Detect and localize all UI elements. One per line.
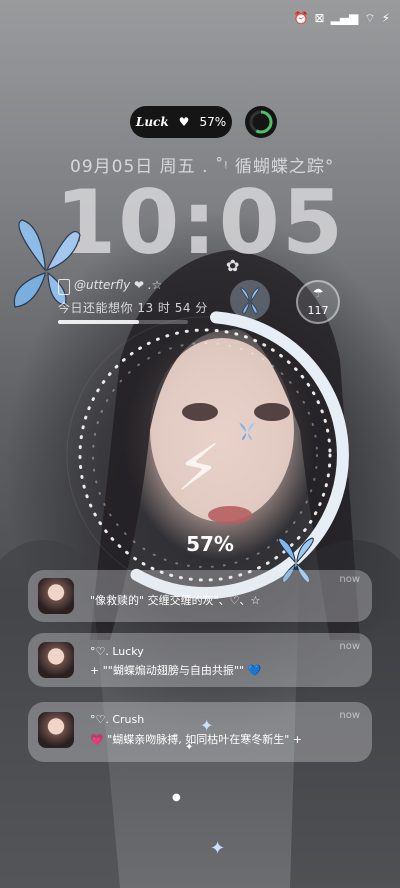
star-icon: ✦	[210, 838, 226, 859]
notification-time: now	[339, 641, 360, 652]
notification-card[interactable]: "像救赎的" 交缠交缠的灰"、♡、☆ now	[28, 570, 372, 622]
notification-title: °♡. Crush	[90, 713, 145, 726]
notification-time: now	[339, 710, 360, 721]
bolt-glyph: ⚡	[176, 432, 221, 506]
avatar	[38, 712, 74, 748]
lock-screen: ⏰ ⊠ ▂▄▆ ⌔ ⚡ Luck ♥ 57% 09月05日 周五 . ˚ᵎ 循蝴…	[0, 0, 400, 888]
butterfly-icon	[239, 423, 255, 440]
notification-card[interactable]: °♡. Lucky + ""蝴蝶煽动翅膀与自由共振"" 💙 now	[28, 633, 372, 687]
notification-body: + ""蝴蝶煽动翅膀与自由共振"" 💙	[90, 664, 262, 677]
notification-title: °♡. Lucky	[90, 645, 144, 658]
star-icon: ●	[172, 792, 181, 803]
star-icon: ✦	[185, 742, 194, 753]
battery-percent: 57%	[186, 532, 234, 556]
avatar	[38, 642, 74, 678]
star-icon: ✦	[200, 716, 214, 735]
notification-body: 💗 "蝴蝶亲吻脉搏, 如同枯叶在寒冬新生" +	[90, 733, 303, 746]
notification-body: "像救赎的" 交缠交缠的灰"、♡、☆	[90, 594, 261, 607]
avatar	[38, 578, 74, 614]
notification-time: now	[339, 574, 360, 585]
